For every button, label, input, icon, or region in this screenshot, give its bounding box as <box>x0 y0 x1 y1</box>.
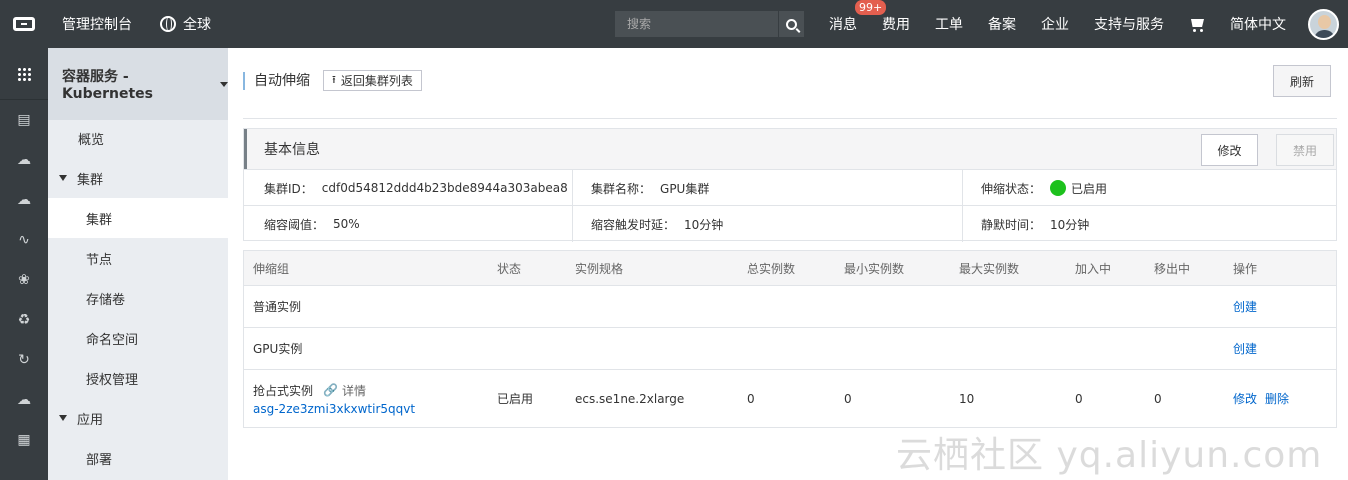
col-header-group: 伸缩组 <box>253 261 290 276</box>
edit-button[interactable]: 修改 <box>1201 134 1258 166</box>
sidebar-item-nodes[interactable]: 节点 <box>48 238 228 278</box>
nav-support[interactable]: 支持与服务 <box>1094 14 1164 34</box>
console-title[interactable]: 管理控制台 <box>62 14 132 34</box>
region-label: 全球 <box>183 17 211 33</box>
top-nav: 消息 99+ 费用 工单 备案 企业 支持与服务 简体中文 <box>829 0 1311 48</box>
expanded-caret-icon <box>59 175 67 181</box>
basic-info-title: 基本信息 <box>264 142 320 158</box>
cloud-cluster-icon[interactable]: ☁ <box>0 180 48 220</box>
cloud-upload-icon[interactable]: ☁ <box>0 380 48 420</box>
molecule-icon[interactable]: ❀ <box>0 260 48 300</box>
status-cell: 已启用 <box>497 392 534 406</box>
scale-down-delay-field: 缩容触发时延： 10分钟 <box>591 217 724 232</box>
col-header-total: 总实例数 <box>747 261 796 276</box>
cart-icon[interactable] <box>1189 18 1205 32</box>
back-to-cluster-list-button[interactable]: ⭱ 返回集群列表 <box>323 70 422 91</box>
table-row: 普通实例 创建 <box>244 285 1336 327</box>
scale-down-threshold-field: 缩容阈值： 50% <box>264 217 360 232</box>
spec-cell: ecs.se1ne.2xlarge <box>575 391 685 406</box>
main-content: 自动伸缩 ⭱ 返回集群列表 刷新 基本信息 修改 禁用 集群ID： cdf0d548… <box>228 48 1348 480</box>
upload-arrow-icon: ⭱ <box>332 73 336 86</box>
apps-grid-icon[interactable] <box>0 48 48 100</box>
page-title: 自动伸缩 <box>243 72 310 90</box>
shield-refresh-icon[interactable]: ♻ <box>0 300 48 340</box>
scaling-group-id-link[interactable]: asg-2ze3zmi3xkxwtir5qqvt <box>253 402 415 416</box>
basic-info-header: 基本信息 修改 禁用 <box>244 129 1336 169</box>
sidebar-item-clusters[interactable]: 集群 <box>48 198 228 238</box>
nav-billing[interactable]: 费用 <box>882 14 910 34</box>
scale-status-field: 伸缩状态： 已启用 <box>981 180 1108 196</box>
sidebar-item-namespaces[interactable]: 命名空间 <box>48 318 228 358</box>
divider <box>243 118 1337 119</box>
language-selector[interactable]: 简体中文 <box>1230 14 1286 34</box>
sidebar-group-clusters[interactable]: 集群 <box>48 158 228 198</box>
col-header-max: 最大实例数 <box>959 261 1020 276</box>
silent-time-field: 静默时间： 10分钟 <box>981 217 1090 232</box>
nav-icp-filing[interactable]: 备案 <box>988 14 1016 34</box>
user-avatar[interactable] <box>1308 9 1339 40</box>
search-button[interactable] <box>778 11 804 37</box>
group-name: 抢占式实例 <box>253 383 314 398</box>
total-cell: 0 <box>747 391 755 406</box>
table-header: 伸缩组 状态 实例规格 总实例数 最小实例数 最大实例数 加入中 移出中 操作 <box>244 251 1336 285</box>
info-row: 缩容阈值： 50% 缩容触发时延： 10分钟 静默时间： 10分钟 <box>244 205 1336 242</box>
group-name: GPU实例 <box>253 342 303 356</box>
product-switcher[interactable]: 容器服务 - Kubernetes <box>48 48 228 120</box>
col-header-min: 最小实例数 <box>844 261 905 276</box>
delete-link[interactable]: 删除 <box>1265 370 1289 427</box>
region-selector[interactable]: 全球 <box>160 14 211 34</box>
search-input[interactable] <box>615 11 778 37</box>
chevron-down-icon <box>220 81 228 87</box>
search-icon <box>786 18 797 30</box>
status-enabled-icon <box>1050 180 1067 196</box>
nav-messages[interactable]: 消息 99+ <box>829 0 887 34</box>
cloud-icon[interactable]: ☁ <box>0 140 48 180</box>
cloud-sync-icon[interactable]: ↻ <box>0 340 48 380</box>
create-link[interactable]: 创建 <box>1233 328 1257 369</box>
nav-enterprise[interactable]: 企业 <box>1041 14 1069 34</box>
details-link[interactable]: 详情 <box>342 382 366 399</box>
cluster-id-field: 集群ID： cdf0d54812ddd4b23bde8944a303abea8 <box>264 181 568 196</box>
globe-icon <box>160 16 176 32</box>
link-icon: 🔗 <box>323 383 338 397</box>
create-link[interactable]: 创建 <box>1233 286 1257 327</box>
product-rail: ▤ ☁ ☁ ∿ ❀ ♻ ↻ ☁ ▦ <box>0 48 48 480</box>
sidebar-item-authorization[interactable]: 授权管理 <box>48 358 228 398</box>
sidebar-item-deployments[interactable]: 部署 <box>48 438 228 478</box>
top-bar: 管理控制台 全球 消息99+ 费用 工单 备案 企业 支持与服务 简体中文 <box>0 0 1348 48</box>
col-header-leaving: 移出中 <box>1154 261 1191 276</box>
scaling-groups-table: 伸缩组 状态 实例规格 总实例数 最小实例数 最大实例数 加入中 移出中 操作 … <box>243 250 1337 428</box>
refresh-button[interactable]: 刷新 <box>1273 65 1331 97</box>
min-cell: 0 <box>844 391 852 406</box>
table-row: 抢占式实例 🔗 详情 asg-2ze3zmi3xkxwtir5qqvt 已启用 … <box>244 369 1336 427</box>
group-name: 普通实例 <box>253 300 302 314</box>
nav-tickets[interactable]: 工单 <box>935 14 963 34</box>
max-cell: 10 <box>959 391 975 406</box>
col-header-spec: 实例规格 <box>575 261 624 276</box>
col-header-joining: 加入中 <box>1075 261 1112 276</box>
sidebar-item-volumes[interactable]: 存储卷 <box>48 278 228 318</box>
database-icon[interactable]: ▦ <box>0 420 48 460</box>
wave-icon[interactable]: ∿ <box>0 220 48 260</box>
edit-link[interactable]: 修改 <box>1233 370 1257 427</box>
leaving-cell: 0 <box>1154 391 1162 406</box>
table-row: GPU实例 创建 <box>244 327 1336 369</box>
expanded-caret-icon <box>59 415 67 421</box>
cluster-name-field: 集群名称： GPU集群 <box>591 181 710 196</box>
server-icon[interactable]: ▤ <box>0 100 48 140</box>
col-header-status: 状态 <box>497 261 522 276</box>
joining-cell: 0 <box>1075 391 1083 406</box>
sidebar: 容器服务 - Kubernetes 概览 集群 集群 节点 存储卷 命名空间 授… <box>48 48 228 480</box>
basic-info-panel: 基本信息 修改 禁用 集群ID： cdf0d54812ddd4b23bde8944… <box>243 128 1337 242</box>
message-count-badge: 99+ <box>855 0 887 15</box>
info-row: 集群ID： cdf0d54812ddd4b23bde8944a303abea8 集… <box>244 169 1336 206</box>
sidebar-group-applications[interactable]: 应用 <box>48 398 228 438</box>
disable-button[interactable]: 禁用 <box>1276 134 1334 166</box>
search-box <box>615 11 804 37</box>
aliyun-logo-icon[interactable] <box>0 0 48 48</box>
sidebar-item-overview[interactable]: 概览 <box>48 118 228 158</box>
watermark: 云栖社区 yq.aliyun.com <box>896 435 1323 476</box>
col-header-actions: 操作 <box>1233 261 1258 276</box>
